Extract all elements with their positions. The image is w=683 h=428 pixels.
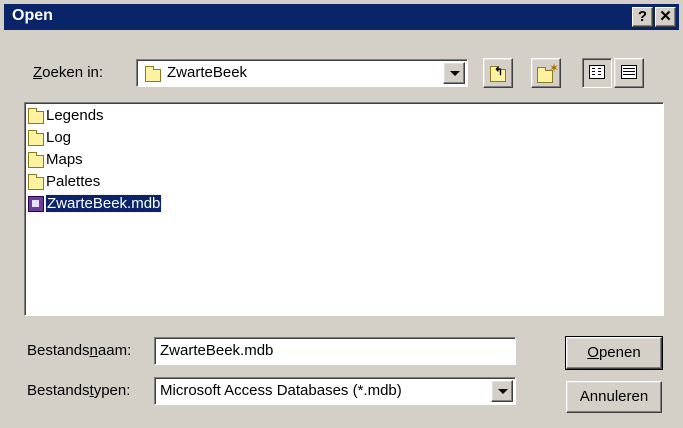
item-label: ZwarteBeek.mdb: [44, 194, 163, 213]
chevron-down-icon: [498, 389, 508, 394]
list-view-icon: [589, 65, 605, 79]
folder-icon: [28, 108, 44, 124]
lookin-dropdown-button[interactable]: [443, 62, 465, 84]
filename-input[interactable]: ZwarteBeek.mdb: [154, 337, 516, 365]
access-database-icon: [28, 196, 44, 212]
folder-icon: [28, 152, 44, 168]
item-label: Palettes: [46, 173, 101, 190]
up-arrow-icon: ↰: [494, 66, 504, 78]
lookin-value: ZwarteBeek: [167, 64, 248, 81]
open-button[interactable]: Openen: [565, 336, 663, 370]
item-label: Maps: [46, 151, 83, 168]
item-label: Log: [46, 129, 72, 146]
folder-icon: [145, 66, 161, 82]
file-list[interactable]: Legends Log Maps Palettes ZwarteBeek.mdb: [24, 102, 664, 316]
filetype-dropdown-button[interactable]: [491, 380, 513, 402]
title-bar: Open ? ✕: [4, 4, 679, 30]
filename-value: ZwarteBeek.mdb: [160, 342, 274, 359]
up-one-level-button[interactable]: ↰: [483, 58, 513, 88]
folder-icon: [28, 130, 44, 146]
help-button[interactable]: ?: [632, 7, 653, 27]
filetype-value: Microsoft Access Databases (*.mdb): [160, 382, 402, 399]
filetype-dropdown[interactable]: Microsoft Access Databases (*.mdb): [154, 377, 516, 405]
details-view-icon: [621, 65, 637, 79]
list-view-button[interactable]: [582, 58, 612, 88]
folder-icon: [28, 174, 44, 190]
filetype-label: Bestandstypen:: [27, 382, 131, 399]
close-button[interactable]: ✕: [655, 7, 676, 27]
item-label: Legends: [46, 107, 104, 124]
chevron-down-icon: [450, 71, 460, 76]
lookin-label: Zoeken in:: [33, 64, 104, 81]
filename-label: Bestandsnaam:: [27, 342, 132, 359]
window-title: Open: [12, 7, 53, 24]
sparkle-icon: ✶: [549, 61, 560, 75]
lookin-dropdown[interactable]: ZwarteBeek: [136, 59, 468, 87]
new-folder-button[interactable]: ✶: [531, 58, 561, 88]
details-view-button[interactable]: [614, 58, 644, 88]
cancel-button[interactable]: Annuleren: [566, 381, 662, 413]
